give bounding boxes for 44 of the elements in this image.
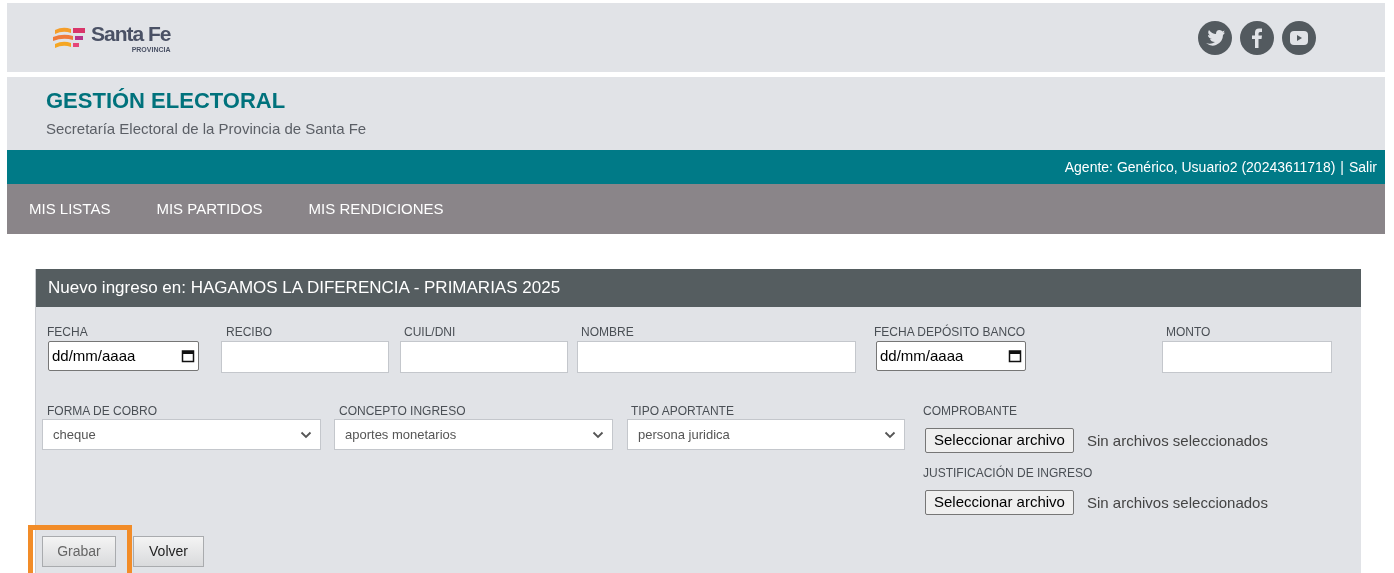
dropdown-field[interactable]: persona juridica: [627, 419, 905, 450]
twitter-icon[interactable]: [1197, 19, 1233, 56]
date-field[interactable]: dd/mm/aaaa: [48, 341, 199, 371]
file-status-text: Sin archivos seleccionados: [1087, 431, 1268, 451]
field-label: TIPO APORTANTE: [631, 403, 734, 420]
nav-link[interactable]: MIS PARTIDOS: [156, 197, 263, 221]
logo-text: Santa Fe: [91, 22, 171, 44]
calendar-icon: [1008, 349, 1022, 363]
agent-info: Agente: Genérico, Usuario2 (20243611718): [1064, 157, 1336, 177]
chevron-down-icon: [300, 430, 312, 439]
nav-link[interactable]: MIS LISTAS: [29, 197, 111, 221]
form-button[interactable]: Volver: [133, 536, 204, 567]
chevron-down-icon: [592, 430, 604, 439]
logout-link[interactable]: Salir: [1349, 156, 1377, 178]
field-label: COMPROBANTE: [923, 403, 1017, 420]
field-label: FORMA DE COBRO: [47, 403, 157, 420]
field-label: FECHA: [47, 324, 88, 341]
file-status-text: Sin archivos seleccionados: [1087, 493, 1268, 513]
date-field[interactable]: dd/mm/aaaa: [876, 341, 1026, 371]
chevron-down-icon: [884, 430, 896, 439]
field-label: NOMBRE: [581, 324, 634, 341]
field-label: CONCEPTO INGRESO: [339, 403, 466, 420]
dropdown-field[interactable]: aportes monetarios: [334, 419, 613, 450]
form-title: Nuevo ingreso en: HAGAMOS LA DIFERENCIA - PRIMARIAS 2025: [48, 277, 561, 300]
field-label: RECIBO: [226, 324, 272, 341]
text-field[interactable]: [400, 341, 568, 373]
text-field[interactable]: [577, 341, 856, 373]
field-label: FECHA DEPÓSITO BANCO: [874, 323, 1026, 341]
form-button[interactable]: Grabar: [42, 536, 116, 567]
file-select-button[interactable]: Seleccionar archivo: [925, 428, 1074, 453]
separator-text: |: [1340, 157, 1344, 177]
text-field[interactable]: [1162, 341, 1332, 373]
file-select-button[interactable]: Seleccionar archivo: [925, 490, 1074, 515]
text-field[interactable]: [221, 341, 389, 373]
app-subtitle: Secretaría Electoral de la Provincia de Santa Fe: [46, 119, 368, 139]
calendar-icon: [181, 349, 195, 363]
field-label: MONTO: [1166, 324, 1211, 341]
dropdown-field[interactable]: cheque: [42, 419, 321, 450]
app-title: GESTIÓN ELECTORAL: [46, 87, 287, 115]
youtube-icon[interactable]: [1281, 19, 1317, 56]
field-label: CUIL/DNI: [404, 324, 456, 341]
field-label: JUSTIFICACIÓN DE INGRESO: [923, 464, 1093, 482]
nav-link[interactable]: MIS RENDICIONES: [308, 197, 444, 221]
facebook-icon[interactable]: [1239, 19, 1275, 56]
